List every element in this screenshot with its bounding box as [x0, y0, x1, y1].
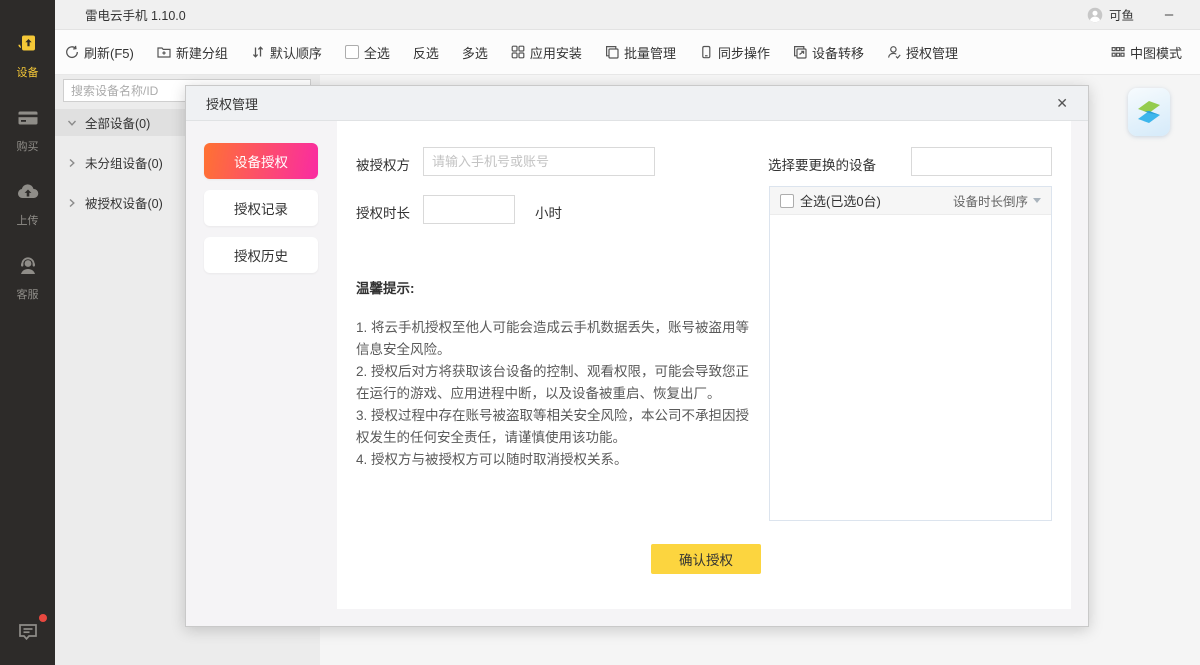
- device-transfer-icon: [793, 45, 807, 59]
- device-phone-icon: [16, 32, 40, 61]
- dialog-title: 授权管理: [206, 94, 258, 113]
- window-titlebar: 雷电云手机 1.10.0 可鱼 –: [55, 0, 1200, 30]
- tips-title: 温馨提示:: [356, 277, 415, 297]
- layers-icon: [605, 45, 619, 59]
- sidebar-item-devices[interactable]: 设备: [0, 30, 55, 82]
- refresh-button[interactable]: 刷新(F5): [65, 43, 134, 62]
- chevron-right-icon: [67, 198, 77, 208]
- dialog-tab-column: 设备授权 授权记录 授权历史: [186, 121, 337, 627]
- avatar-icon: [1087, 7, 1103, 23]
- auth-manage-dialog: 授权管理 ✕ 设备授权 授权记录 授权历史 被授权方 授权时长 小时 温馨提示:…: [185, 85, 1089, 627]
- brand-logo-icon: [1134, 95, 1164, 129]
- window-title: 雷电云手机 1.10.0: [85, 5, 186, 24]
- purchase-card-icon: [16, 106, 40, 135]
- batch-manage-button[interactable]: 批量管理: [605, 43, 676, 62]
- sidebar-item-purchase[interactable]: 购买: [0, 104, 55, 156]
- user-name: 可鱼: [1109, 5, 1134, 24]
- sync-operations-button[interactable]: 同步操作: [699, 43, 770, 62]
- chevron-right-icon: [67, 158, 77, 168]
- chevron-down-icon: [67, 118, 77, 128]
- assistant-logo-button[interactable]: [1128, 88, 1170, 136]
- minimize-button[interactable]: –: [1152, 0, 1186, 30]
- device-filter-input[interactable]: [911, 147, 1052, 176]
- sidebar-item-upload[interactable]: 上传: [0, 178, 55, 230]
- sidebar-item-service[interactable]: 客服: [0, 252, 55, 304]
- duration-unit: 小时: [535, 202, 562, 222]
- new-group-button[interactable]: 新建分组: [157, 43, 228, 62]
- sidebar-item-label: 客服: [17, 286, 39, 302]
- multi-select-button[interactable]: 多选: [462, 43, 488, 62]
- device-toolbar: 刷新(F5) 新建分组 默认顺序 全选 反选 多选 应用安装 批量管理 同步操作…: [55, 30, 1200, 75]
- duration-input[interactable]: [423, 195, 515, 224]
- customer-service-headset-icon: [16, 254, 40, 283]
- notification-dot: [39, 614, 47, 622]
- tab-auth-records[interactable]: 授权记录: [204, 190, 318, 226]
- sidebar-item-label: 购买: [17, 138, 39, 154]
- confirm-authorize-button[interactable]: 确认授权: [651, 544, 761, 574]
- list-select-all[interactable]: 全选(已选0台): [780, 191, 881, 210]
- grid-six-icon: [1111, 45, 1125, 59]
- tips-text: 1. 将云手机授权至他人可能会造成云手机数据丢失，账号被盗用等信息安全风险。 2…: [356, 317, 750, 471]
- sort-dropdown[interactable]: 设备时长倒序: [953, 191, 1041, 210]
- caret-down-icon: [1033, 198, 1041, 203]
- auth-manage-button[interactable]: 授权管理: [887, 43, 958, 62]
- sidebar-item-label: 上传: [17, 212, 39, 228]
- device-list-header: 全选(已选0台) 设备时长倒序: [770, 187, 1051, 215]
- authorizee-input[interactable]: [423, 147, 655, 176]
- grid-four-icon: [511, 45, 525, 59]
- tip-line: 1. 将云手机授权至他人可能会造成云手机数据丢失，账号被盗用等信息安全风险。: [356, 317, 750, 361]
- user-account[interactable]: 可鱼: [1087, 5, 1134, 24]
- duration-label: 授权时长: [356, 202, 410, 222]
- default-order-button[interactable]: 默认顺序: [251, 43, 322, 62]
- device-transfer-button[interactable]: 设备转移: [793, 43, 864, 62]
- authorizee-label: 被授权方: [356, 154, 410, 174]
- tab-auth-history[interactable]: 授权历史: [204, 237, 318, 273]
- device-select-label: 选择要更换的设备: [768, 154, 876, 174]
- cloud-upload-icon: [16, 180, 40, 209]
- tip-line: 4. 授权方与被授权方可以随时取消授权关系。: [356, 449, 750, 471]
- app-sidebar: 设备 购买 上传 客服: [0, 0, 55, 665]
- tip-line: 2. 授权后对方将获取该台设备的控制、观看权限，可能会导致您正在运行的游戏、应用…: [356, 361, 750, 405]
- app-install-button[interactable]: 应用安装: [511, 43, 582, 62]
- close-icon[interactable]: ✕: [1052, 93, 1072, 114]
- select-all-toolbar[interactable]: 全选: [345, 43, 390, 62]
- tip-line: 3. 授权过程中存在账号被盗取等相关安全风险，本公司不承担因授权发生的任何安全责…: [356, 405, 750, 449]
- invert-selection-button[interactable]: 反选: [413, 43, 439, 62]
- sidebar-item-label: 设备: [17, 64, 39, 80]
- tab-device-authorize[interactable]: 设备授权: [204, 143, 318, 179]
- phone-sync-icon: [699, 45, 713, 59]
- sort-arrows-icon: [251, 45, 265, 59]
- user-check-icon: [887, 45, 901, 59]
- select-all-checkbox[interactable]: [345, 45, 359, 59]
- messages-button[interactable]: [16, 620, 40, 649]
- dialog-content-pane: 被授权方 授权时长 小时 温馨提示: 1. 将云手机授权至他人可能会造成云手机数…: [337, 121, 1071, 609]
- refresh-icon: [65, 45, 79, 59]
- folder-plus-icon: [157, 45, 171, 59]
- view-mode-button[interactable]: 中图模式: [1111, 43, 1182, 62]
- chat-bubble-icon: [16, 620, 40, 644]
- dialog-titlebar: 授权管理 ✕: [186, 86, 1088, 121]
- device-select-list: 全选(已选0台) 设备时长倒序: [769, 186, 1052, 521]
- list-select-all-checkbox[interactable]: [780, 194, 794, 208]
